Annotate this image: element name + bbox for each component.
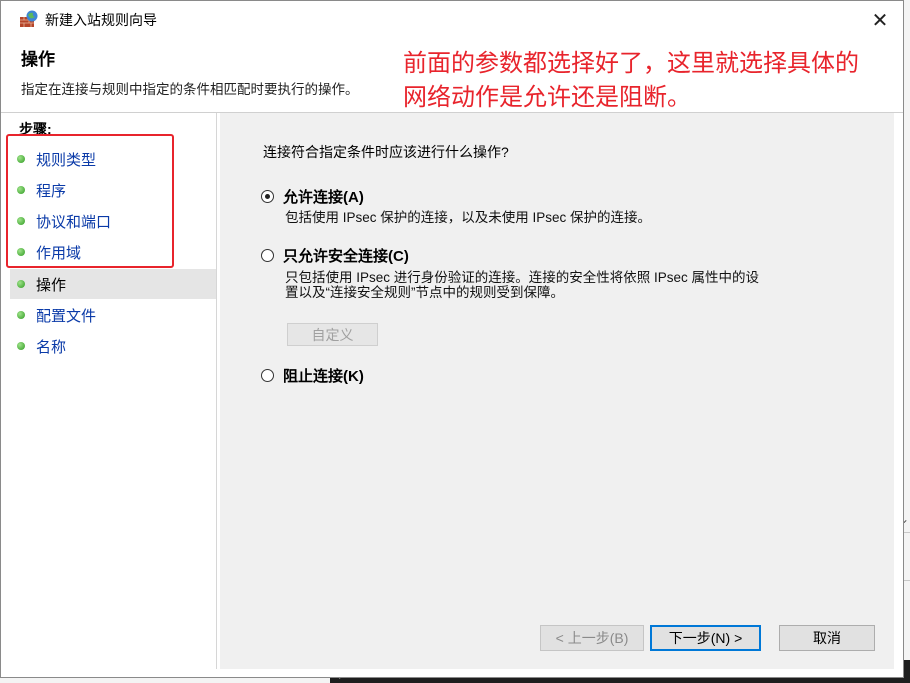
step-label: 程序 bbox=[36, 182, 67, 200]
step-protocol-ports[interactable]: 协议和端口 bbox=[10, 206, 216, 236]
wizard-body: 步骤: 规则类型 程序 协议和端口 作用域 操作 配置文件 名称 连接符合指定条… bbox=[1, 112, 903, 677]
step-label: 规则类型 bbox=[36, 151, 97, 169]
new-inbound-rule-wizard: 新建入站规则向导 ✕ 操作 指定在连接与规则中指定的条件相匹配时要执行的操作。 … bbox=[0, 0, 904, 678]
allow-secure-description-line1: 只包括使用 IPsec 进行身份验证的连接。连接的安全性将依照 IPsec 属性… bbox=[285, 270, 760, 285]
step-bullet-icon bbox=[17, 155, 25, 163]
cancel-button[interactable]: 取消 bbox=[779, 625, 875, 651]
step-label: 名称 bbox=[36, 338, 67, 356]
step-label: 配置文件 bbox=[36, 307, 97, 325]
content-pane: 连接符合指定条件时应该进行什么操作? 允许连接(A) 包括使用 IPsec 保护… bbox=[220, 113, 894, 669]
step-bullet-icon bbox=[17, 311, 25, 319]
allow-secure-radio[interactable] bbox=[261, 249, 274, 262]
step-label: 协议和端口 bbox=[36, 213, 112, 231]
close-icon: ✕ bbox=[871, 9, 889, 32]
step-bullet-icon bbox=[17, 342, 25, 350]
close-button[interactable]: ✕ bbox=[863, 7, 897, 33]
block-connection-option[interactable]: 阻止连接(K) bbox=[261, 365, 364, 386]
step-bullet-icon bbox=[17, 248, 25, 256]
allow-label: 允许连接(A) bbox=[283, 189, 364, 206]
next-button[interactable]: 下一步(N) > bbox=[650, 625, 761, 651]
step-scope[interactable]: 作用域 bbox=[10, 237, 216, 267]
step-action[interactable]: 操作 bbox=[10, 269, 216, 299]
allow-radio[interactable] bbox=[261, 190, 274, 203]
window-title: 新建入站规则向导 bbox=[45, 12, 157, 28]
allow-secure-description-line2: 置以及“连接安全规则”节点中的规则受到保障。 bbox=[285, 285, 564, 300]
block-label: 阻止连接(K) bbox=[283, 368, 364, 385]
step-bullet-icon bbox=[17, 186, 25, 194]
step-label: 作用域 bbox=[36, 244, 82, 262]
allow-secure-label: 只允许安全连接(C) bbox=[283, 248, 409, 265]
back-button[interactable]: < 上一步(B) bbox=[540, 625, 644, 651]
firewall-icon bbox=[20, 10, 38, 27]
page-subtitle: 指定在连接与规则中指定的条件相匹配时要执行的操作。 bbox=[21, 82, 359, 97]
step-program[interactable]: 程序 bbox=[10, 175, 216, 205]
customize-button[interactable]: 自定义 bbox=[287, 323, 378, 346]
annotation-text: 前面的参数都选择好了，这里就选择具体的网络动作是允许还是阻断。 bbox=[403, 50, 859, 111]
block-radio[interactable] bbox=[261, 369, 274, 382]
step-rule-type[interactable]: 规则类型 bbox=[10, 144, 216, 174]
step-bullet-icon bbox=[17, 280, 25, 288]
steps-label: 步骤: bbox=[19, 121, 52, 137]
allow-description: 包括使用 IPsec 保护的连接，以及未使用 IPsec 保护的连接。 bbox=[285, 210, 652, 225]
step-profile[interactable]: 配置文件 bbox=[10, 300, 216, 330]
allow-connection-option[interactable]: 允许连接(A) bbox=[261, 186, 364, 207]
step-bullet-icon bbox=[17, 217, 25, 225]
step-label: 操作 bbox=[36, 276, 67, 294]
allow-secure-option[interactable]: 只允许安全连接(C) bbox=[261, 245, 409, 266]
action-question: 连接符合指定条件时应该进行什么操作? bbox=[263, 144, 509, 160]
steps-pane: 步骤: 规则类型 程序 协议和端口 作用域 操作 配置文件 名称 bbox=[10, 113, 217, 669]
page-title: 操作 bbox=[21, 50, 55, 69]
step-name[interactable]: 名称 bbox=[10, 331, 216, 361]
title-bar: 新建入站规则向导 ✕ bbox=[1, 1, 903, 37]
